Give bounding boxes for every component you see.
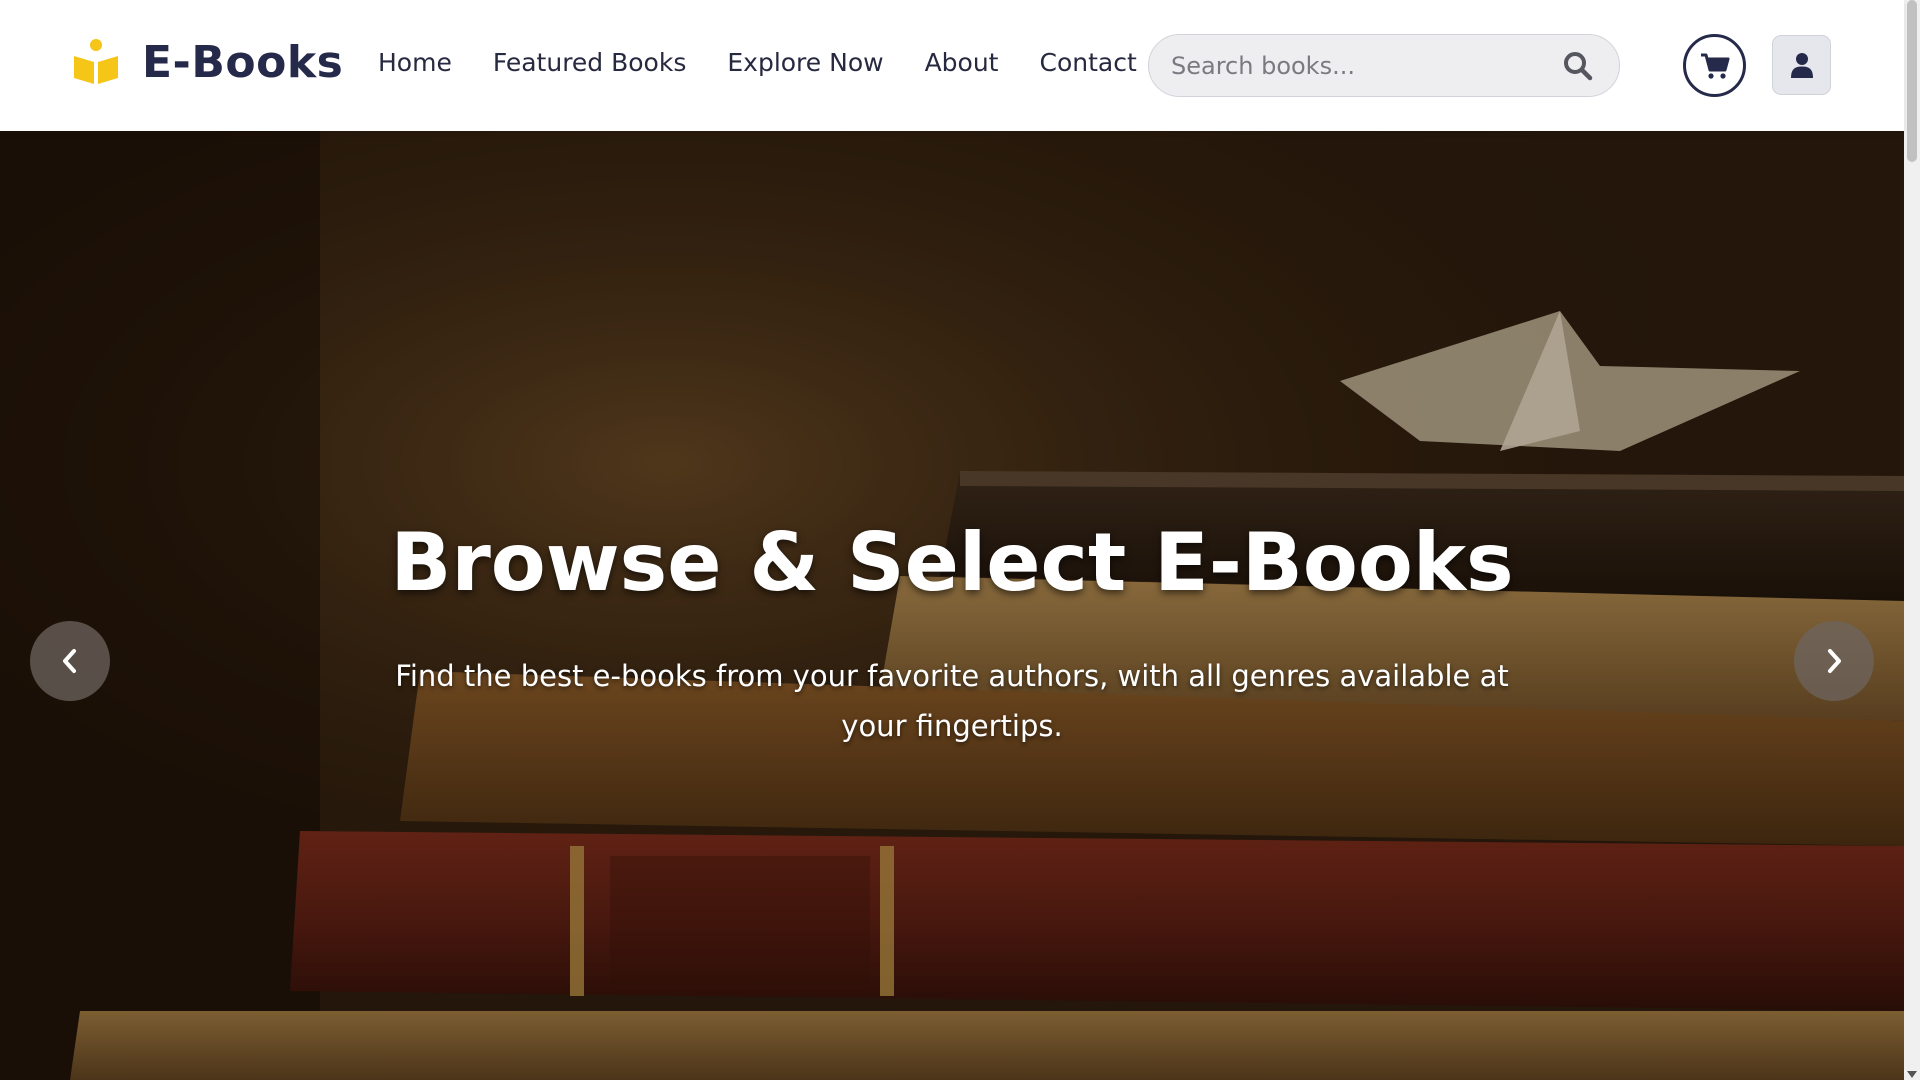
user-account-button[interactable]	[1772, 35, 1831, 95]
search-icon[interactable]	[1563, 51, 1593, 81]
user-icon	[1790, 53, 1813, 78]
chevron-right-icon	[1828, 649, 1841, 673]
shopping-cart-icon	[1700, 53, 1729, 79]
nav-featured-books[interactable]: Featured Books	[493, 48, 687, 77]
search-input[interactable]	[1171, 35, 1551, 96]
brand-name: E-Books	[142, 36, 344, 88]
hero-title: Browse & Select E-Books	[390, 516, 1514, 609]
carousel-next-button[interactable]	[1794, 621, 1874, 701]
book-reader-icon	[74, 39, 118, 84]
hero-carousel: Browse & Select E-Books Find the best e-…	[0, 131, 1904, 1080]
carousel-prev-button[interactable]	[30, 621, 110, 701]
nav-about[interactable]: About	[925, 48, 999, 77]
brand-logo[interactable]: E-Books	[70, 36, 343, 88]
chevron-left-icon	[63, 649, 76, 673]
nav-contact[interactable]: Contact	[1039, 48, 1136, 77]
search-bar	[1148, 34, 1620, 97]
main-nav: Home Featured Books Explore Now About Co…	[378, 48, 1178, 77]
cart-button[interactable]	[1683, 34, 1746, 97]
site-header: E-Books Home Featured Books Explore Now …	[0, 0, 1904, 131]
hero-subtitle: Find the best e-books from your favorite…	[395, 659, 1509, 743]
scrollbar-thumb[interactable]	[1907, 0, 1917, 162]
page-scrollbar[interactable]	[1904, 0, 1920, 1080]
nav-home[interactable]: Home	[378, 48, 452, 77]
nav-explore-now[interactable]: Explore Now	[727, 48, 883, 77]
scroll-down-arrow-icon[interactable]	[1907, 1071, 1917, 1078]
